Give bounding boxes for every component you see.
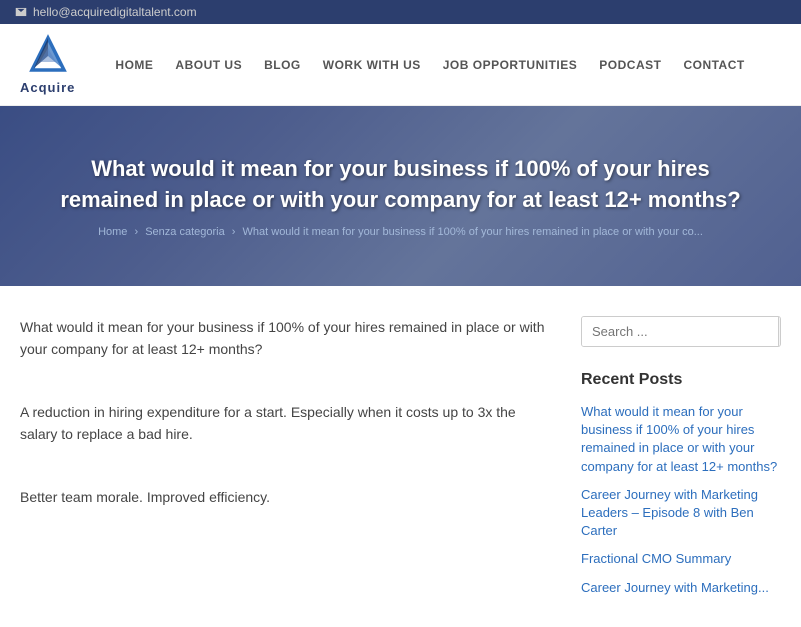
breadcrumb-sep2: › [232,226,236,238]
sidebar: Recent Posts What would it mean for your… [581,316,781,597]
hero-section: What would it mean for your business if … [0,106,801,286]
logo-text: Acquire [20,80,75,95]
recent-post-link-3[interactable]: Fractional CMO Summary [581,550,781,568]
main-layout: What would it mean for your business if … [0,286,801,627]
nav-contact[interactable]: CONTACT [683,58,744,72]
logo-icon [26,34,70,78]
content-para-2: A reduction in hiring expenditure for a … [20,401,551,446]
main-nav: HOME ABOUT US BLOG WORK WITH US JOB OPPO… [115,58,744,72]
breadcrumb-sep1: › [134,226,138,238]
breadcrumb: Home › Senza categoria › What would it m… [60,226,741,238]
logo: Acquire [20,34,75,95]
list-item: What would it mean for your business if … [581,403,781,476]
search-input[interactable] [582,317,778,346]
top-bar: hello@acquiredigitaltalent.com [0,0,801,24]
nav-about[interactable]: ABOUT US [175,58,242,72]
breadcrumb-current-page: What would it mean for your business if … [243,226,703,238]
hero-title: What would it mean for your business if … [60,154,741,216]
breadcrumb-category[interactable]: Senza categoria [145,226,225,238]
nav-work-with-us[interactable]: WORK WITH US [323,58,421,72]
search-button[interactable] [778,317,781,346]
recent-post-link-2[interactable]: Career Journey with Marketing Leaders – … [581,486,781,541]
email-label: hello@acquiredigitaltalent.com [33,5,197,19]
recent-post-link-4[interactable]: Career Journey with Marketing... [581,579,781,597]
recent-post-link-1[interactable]: What would it mean for your business if … [581,403,781,476]
main-content: What would it mean for your business if … [20,316,551,548]
hero-content: What would it mean for your business if … [0,154,801,238]
content-para-1: What would it mean for your business if … [20,316,551,361]
recent-posts-heading: Recent Posts [581,371,781,389]
envelope-icon [15,6,27,18]
nav-blog[interactable]: BLOG [264,58,301,72]
list-item: Fractional CMO Summary [581,550,781,568]
nav-job-opportunities[interactable]: JOB OPPORTUNITIES [443,58,578,72]
list-item: Career Journey with Marketing... [581,579,781,597]
breadcrumb-home[interactable]: Home [98,226,127,238]
nav-home[interactable]: HOME [115,58,153,72]
header: Acquire HOME ABOUT US BLOG WORK WITH US … [0,24,801,106]
list-item: Career Journey with Marketing Leaders – … [581,486,781,541]
recent-posts-list: What would it mean for your business if … [581,403,781,597]
nav-podcast[interactable]: PODCAST [599,58,661,72]
content-para-3: Better team morale. Improved efficiency. [20,486,551,508]
search-box [581,316,781,347]
